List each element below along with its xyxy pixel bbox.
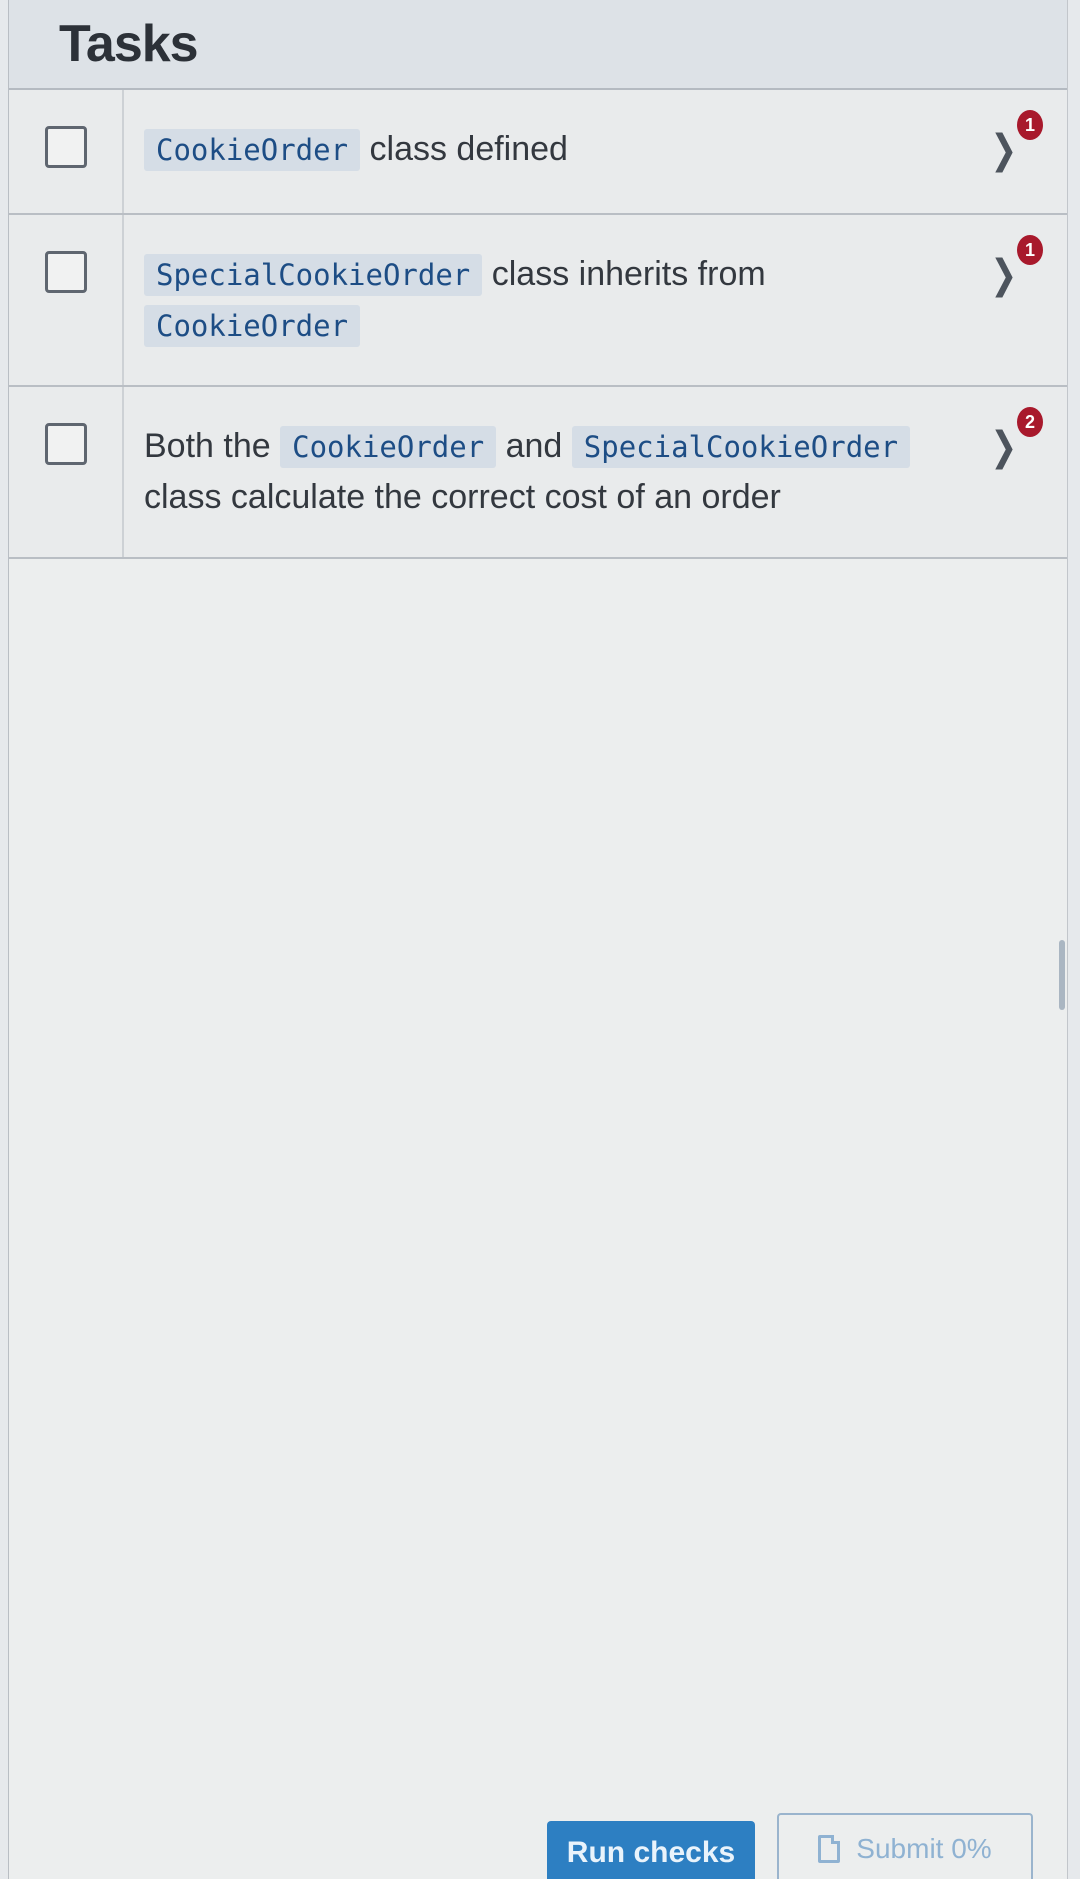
checkbox-cell xyxy=(9,215,124,385)
task-checkbox[interactable] xyxy=(44,251,87,293)
task-checkbox[interactable] xyxy=(44,126,87,168)
code-snippet: CookieOrder xyxy=(144,129,361,171)
chevron-right-icon[interactable]: ❯ xyxy=(990,427,1017,467)
code-snippet: SpecialCookieOrder xyxy=(571,426,911,468)
checkbox-cell xyxy=(9,387,124,557)
run-checks-button[interactable]: Run checks xyxy=(547,1821,755,1879)
hint-count-badge: 1 xyxy=(1017,110,1043,140)
tasks-panel: Tasks CookieOrder class defined ❯ 1 Spec… xyxy=(8,0,1068,1879)
task-text: Both the xyxy=(144,427,281,465)
chevron-right-icon[interactable]: ❯ xyxy=(990,130,1017,170)
submit-button[interactable]: Submit 0% xyxy=(777,1813,1033,1879)
code-snippet: SpecialCookieOrder xyxy=(144,254,483,296)
hint-count-badge: 1 xyxy=(1017,235,1043,265)
code-snippet: CookieOrder xyxy=(280,426,497,468)
task-text: class inherits from xyxy=(482,255,766,293)
footer-actions: Run checks Submit 0% xyxy=(9,1813,1067,1879)
hint-count-badge: 2 xyxy=(1017,407,1043,437)
task-item[interactable]: SpecialCookieOrder class inherits from C… xyxy=(9,215,1067,387)
task-text: class calculate the correct cost of an o… xyxy=(144,478,781,516)
task-item[interactable]: Both the CookieOrder and SpecialCookieOr… xyxy=(9,387,1067,559)
document-icon xyxy=(818,1835,841,1863)
scrollbar-thumb[interactable] xyxy=(1059,940,1065,1010)
expand-toggle[interactable]: ❯ 2 xyxy=(987,387,1067,467)
expand-toggle[interactable]: ❯ 1 xyxy=(987,90,1067,170)
task-description: Both the CookieOrder and SpecialCookieOr… xyxy=(124,387,987,522)
expand-toggle[interactable]: ❯ 1 xyxy=(987,215,1067,295)
chevron-right-icon[interactable]: ❯ xyxy=(990,255,1017,295)
task-item[interactable]: CookieOrder class defined ❯ 1 xyxy=(9,90,1067,215)
task-text: and xyxy=(496,427,572,465)
page-title: Tasks xyxy=(59,15,199,73)
task-description: CookieOrder class defined xyxy=(124,90,987,175)
task-text: class defined xyxy=(360,130,568,168)
checkbox-cell xyxy=(9,90,124,213)
task-description: SpecialCookieOrder class inherits from C… xyxy=(124,215,987,351)
tasks-header: Tasks xyxy=(9,0,1067,90)
submit-label: Submit 0% xyxy=(856,1833,992,1864)
task-checkbox[interactable] xyxy=(44,423,87,465)
task-list: CookieOrder class defined ❯ 1 SpecialCoo… xyxy=(9,90,1067,559)
code-snippet: CookieOrder xyxy=(144,305,361,347)
